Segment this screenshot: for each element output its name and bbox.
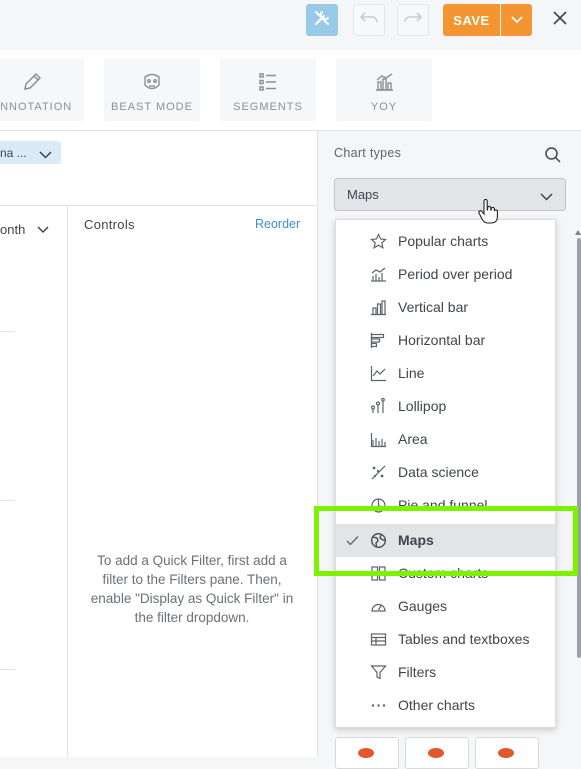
lollipop-icon <box>370 398 387 415</box>
menu-item-popular-charts[interactable]: Popular charts <box>336 225 555 258</box>
segments-icon <box>257 71 279 93</box>
star-icon <box>370 233 387 250</box>
beast-face-icon <box>141 71 163 93</box>
menu-item-label: Lollipop <box>398 398 447 414</box>
yoy-tool[interactable]: YOY <box>336 59 432 121</box>
menu-item-horizontal-bar[interactable]: Horizontal bar <box>336 324 555 357</box>
filter-chip-label: na ... <box>0 145 27 160</box>
hand-cursor-icon <box>478 198 498 230</box>
horizontal-bar-icon <box>370 332 387 349</box>
divider <box>0 669 15 670</box>
close-button[interactable] <box>546 6 574 34</box>
chevron-down-icon <box>510 11 523 29</box>
search-icon[interactable] <box>544 146 562 169</box>
quick-filter-hint: To add a Quick Filter, first add a filte… <box>90 553 294 625</box>
period-over-period-icon <box>370 266 387 283</box>
menu-item-other-charts[interactable]: Other charts <box>336 689 555 722</box>
menu-item-label: Horizontal bar <box>398 332 486 348</box>
segments-label: SEGMENTS <box>233 101 303 113</box>
chevron-down-icon <box>37 222 49 237</box>
month-label: onth <box>0 222 26 237</box>
menu-item-line[interactable]: Line <box>336 357 555 390</box>
menu-item-vertical-bar[interactable]: Vertical bar <box>336 291 555 324</box>
beast-mode-label: BEAST MODE <box>111 101 193 113</box>
menu-item-area[interactable]: Area <box>336 423 555 456</box>
divider <box>0 205 317 206</box>
menu-item-label: Gauges <box>398 598 448 614</box>
menu-item-label: Filters <box>398 664 437 680</box>
yoy-label: YOY <box>370 101 398 113</box>
reorder-link[interactable]: Reorder <box>255 217 300 231</box>
chart-types-title: Chart types <box>334 146 402 160</box>
chevron-down-icon <box>540 189 553 204</box>
menu-item-data-science[interactable]: Data science <box>336 456 555 489</box>
chart-type-selected: Maps <box>347 187 379 202</box>
save-button[interactable]: SAVE <box>443 4 500 36</box>
area-chart-icon <box>370 431 387 448</box>
redo-button[interactable] <box>397 4 429 36</box>
undo-button[interactable] <box>353 4 385 36</box>
yoy-chart-icon <box>373 71 395 93</box>
month-dropdown[interactable]: onth <box>0 222 49 237</box>
menu-item-gauges[interactable]: Gauges <box>336 590 555 623</box>
save-options-button[interactable] <box>501 4 532 36</box>
line-chart-icon <box>370 365 387 382</box>
divider <box>0 331 15 332</box>
menu-item-label: Tables and textboxes <box>398 631 530 647</box>
redo-icon <box>404 11 423 30</box>
tools-button[interactable] <box>306 4 338 36</box>
menu-item-filters[interactable]: Filters <box>336 656 555 689</box>
menu-item-label: Period over period <box>398 266 513 282</box>
highlight-box <box>314 506 578 576</box>
filter-icon <box>370 664 387 681</box>
chevron-down-icon <box>39 148 52 162</box>
pencil-icon <box>21 71 43 93</box>
divider <box>67 205 68 757</box>
chart-thumbnail[interactable] <box>405 737 469 769</box>
menu-item-label: Area <box>398 431 428 447</box>
menu-item-tables-and-textboxes[interactable]: Tables and textboxes <box>336 623 555 656</box>
beast-mode-tool[interactable]: BEAST MODE <box>104 59 200 121</box>
chart-thumbnail[interactable] <box>475 737 539 769</box>
divider <box>0 500 15 501</box>
controls-title: Controls <box>84 217 135 232</box>
chart-type-dropdown[interactable]: Maps <box>334 178 566 211</box>
filter-chip[interactable]: na ... <box>0 141 61 164</box>
table-icon <box>370 631 387 648</box>
menu-item-label: Other charts <box>398 697 476 713</box>
chart-types-menu: Popular charts Period over period Vertic… <box>335 219 556 728</box>
gauge-icon <box>370 598 387 615</box>
vertical-bar-icon <box>370 299 387 316</box>
menu-item-period-over-period[interactable]: Period over period <box>336 258 555 291</box>
segments-tool[interactable]: SEGMENTS <box>220 59 316 121</box>
annotation-label: ANNOTATION <box>0 101 73 113</box>
data-science-icon <box>370 464 387 481</box>
undo-icon <box>359 11 378 30</box>
more-icon <box>370 697 387 714</box>
menu-item-label: Vertical bar <box>398 299 469 315</box>
menu-item-lollipop[interactable]: Lollipop <box>336 390 555 423</box>
menu-item-label: Line <box>398 365 425 381</box>
scrollbar-thumb[interactable] <box>577 238 581 658</box>
chart-thumbnail[interactable] <box>335 737 399 769</box>
scroll-up-arrow[interactable] <box>575 230 581 235</box>
close-icon <box>553 10 567 30</box>
menu-item-label: Popular charts <box>398 233 489 249</box>
menu-item-label: Data science <box>398 464 479 480</box>
annotation-tool[interactable]: ANNOTATION <box>0 59 84 121</box>
tools-icon <box>313 9 331 32</box>
